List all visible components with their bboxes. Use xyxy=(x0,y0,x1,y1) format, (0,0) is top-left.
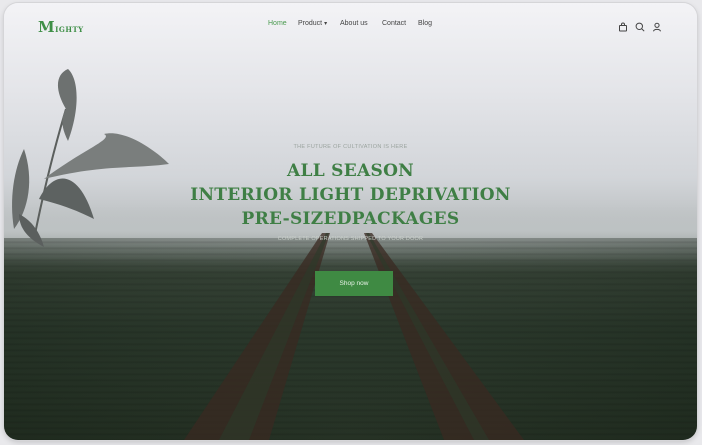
headline-line-2: INTERIOR LIGHT DEPRIVATION xyxy=(190,185,511,205)
nav-home[interactable]: Home xyxy=(268,20,298,27)
browser-frame: MIGHTY Home Product ▾ About us Contact Bl… xyxy=(4,3,697,440)
nav-contact[interactable]: Contact xyxy=(382,20,418,27)
nav-product[interactable]: Product ▾ xyxy=(298,20,340,27)
nav-icons xyxy=(618,19,662,32)
hero-kicker: THE FUTURE OF CULTIVATION IS HERE xyxy=(293,144,408,150)
headline-line-1: ALL SEASON xyxy=(286,161,415,181)
brand-logo[interactable]: MIGHTY xyxy=(38,17,84,36)
headline-line-3: PRE-SIZEDPACKAGES xyxy=(241,209,460,229)
nav-blog[interactable]: Blog xyxy=(418,20,432,27)
search-icon[interactable] xyxy=(635,19,645,32)
hero-headline: ALL SEASON INTERIOR LIGHT DEPRIVATION PR… xyxy=(4,159,697,231)
navbar: MIGHTY Home Product ▾ About us Contact Bl… xyxy=(4,3,697,47)
tractor-tracks xyxy=(184,233,524,440)
main-menu: Home Product ▾ About us Contact Blog xyxy=(268,20,432,27)
bag-icon[interactable] xyxy=(618,19,628,32)
nav-about-us[interactable]: About us xyxy=(340,20,382,27)
hero-section: THE FUTURE OF CULTIVATION IS HERE ALL SE… xyxy=(4,144,697,242)
user-icon[interactable] xyxy=(652,19,662,32)
shop-now-button[interactable]: Shop now xyxy=(315,271,393,296)
chevron-down-icon: ▾ xyxy=(324,21,328,27)
hero-subline: COMPLETE OPERATIONS SHIPPED TO YOUR DOOR xyxy=(277,236,424,242)
logo-initial: M xyxy=(38,18,56,36)
logo-text: IGHTY xyxy=(55,25,84,34)
nav-product-label: Product xyxy=(298,20,323,27)
